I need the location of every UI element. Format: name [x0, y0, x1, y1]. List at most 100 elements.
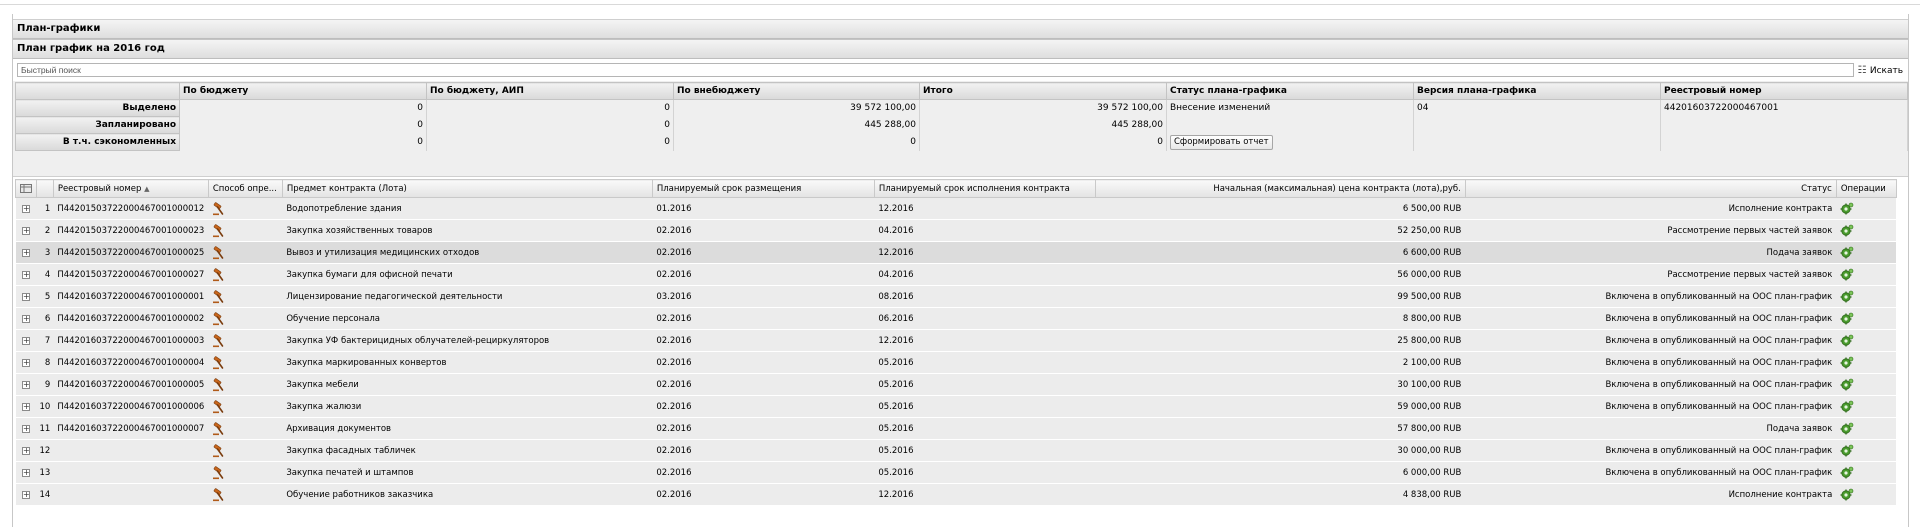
grid-header-status[interactable]: Статус — [1464, 179, 1837, 198]
operations-gear-icon[interactable] — [1840, 444, 1854, 458]
grid-settings-header[interactable] — [15, 179, 37, 198]
operations-gear-icon[interactable] — [1840, 268, 1854, 282]
table-row[interactable]: + 4 П44201503722000467001000027 Закупка … — [15, 263, 1897, 286]
gavel-icon[interactable] — [212, 267, 226, 282]
operations-gear-icon[interactable] — [1840, 224, 1854, 238]
summary-row-saved: В т.ч. сэкономленных 0 0 0 0 Сформироват… — [15, 133, 1908, 151]
table-row[interactable]: + 3 П44201503722000467001000025 Вывоз и … — [15, 241, 1897, 264]
expand-row-icon[interactable]: + — [22, 468, 30, 477]
expand-row-icon[interactable]: + — [22, 424, 30, 433]
table-row[interactable]: + 11 П44201603722000467001000007 Архивац… — [15, 417, 1897, 440]
gavel-icon[interactable] — [212, 201, 226, 216]
operations-gear-icon[interactable] — [1840, 246, 1854, 260]
summary-corner-header — [15, 82, 180, 100]
grid-header-method[interactable]: Способ опре... — [207, 179, 283, 198]
status-cell: Включена в опубликованный на ООС план-гр… — [1465, 351, 1837, 374]
summary-row-label: В т.ч. сэкономленных — [15, 133, 180, 151]
quick-search-input[interactable] — [17, 63, 1854, 77]
placement-cell: 02.2016 — [652, 439, 875, 462]
expand-cell: + — [15, 197, 37, 220]
grid-header-price[interactable]: Начальная (максимальная) цена контракта … — [1094, 179, 1466, 198]
expand-row-icon[interactable]: + — [22, 314, 30, 323]
gavel-icon[interactable] — [212, 487, 226, 502]
operations-gear-icon[interactable] — [1840, 422, 1854, 436]
expand-row-icon[interactable]: + — [22, 292, 30, 301]
price-cell: 4 838,00 RUB — [1095, 483, 1466, 506]
table-row[interactable]: + 9 П44201603722000467001000005 Закупка … — [15, 373, 1897, 396]
table-row[interactable]: + 14 Обучение работников заказчика 02.20… — [15, 483, 1897, 506]
expand-row-icon[interactable]: + — [22, 358, 30, 367]
operations-gear-icon[interactable] — [1840, 356, 1854, 370]
generate-report-button[interactable]: Сформировать отчет — [1170, 134, 1273, 150]
row-number: 3 — [36, 241, 54, 264]
expand-row-icon[interactable]: + — [22, 204, 30, 213]
subject-cell: Обучение работников заказчика — [282, 483, 653, 506]
operations-gear-icon[interactable] — [1840, 488, 1854, 502]
gavel-icon[interactable] — [212, 245, 226, 260]
operations-gear-icon[interactable] — [1840, 400, 1854, 414]
summary-budget-aip: 0 — [426, 133, 674, 151]
table-row[interactable]: + 6 П44201603722000467001000002 Обучение… — [15, 307, 1897, 330]
operations-gear-icon[interactable] — [1840, 378, 1854, 392]
expand-row-icon[interactable]: + — [22, 446, 30, 455]
reg-number-cell — [53, 439, 209, 462]
gavel-icon[interactable] — [212, 289, 226, 304]
price-cell: 99 500,00 RUB — [1095, 285, 1466, 308]
execution-cell: 05.2016 — [874, 439, 1096, 462]
search-button[interactable]: ☷ Искать — [1857, 63, 1905, 79]
table-row[interactable]: + 10 П44201603722000467001000006 Закупка… — [15, 395, 1897, 418]
table-row[interactable]: + 13 Закупка печатей и штампов 02.2016 0… — [15, 461, 1897, 484]
price-cell: 30 100,00 RUB — [1095, 373, 1466, 396]
gavel-icon[interactable] — [212, 421, 226, 436]
grid-header-row: Реестровый номер ▲ Способ опре... Предме… — [15, 179, 1897, 198]
grid-body: + 1 П44201503722000467001000012 Водопотр… — [15, 197, 1897, 506]
grid-header-subject[interactable]: Предмет контракта (Лота) — [281, 179, 653, 198]
grid-header-reg-number[interactable]: Реестровый номер ▲ — [52, 179, 209, 198]
table-row[interactable]: + 8 П44201603722000467001000004 Закупка … — [15, 351, 1897, 374]
placement-cell: 02.2016 — [652, 373, 875, 396]
gavel-icon[interactable] — [212, 443, 226, 458]
operations-gear-icon[interactable] — [1840, 334, 1854, 348]
gavel-icon[interactable] — [212, 333, 226, 348]
plan-schedule-panel: План-графики План график на 2016 год ☷ И… — [12, 14, 1909, 527]
summary-plan-status: Внесение изменений — [1166, 99, 1414, 117]
subject-cell: Обучение персонала — [282, 307, 653, 330]
grid-header-placement[interactable]: Планируемый срок размещения — [651, 179, 875, 198]
row-number: 12 — [36, 439, 54, 462]
summary-header-version: Версия плана-графика — [1413, 82, 1661, 100]
table-row[interactable]: + 5 П44201603722000467001000001 Лицензир… — [15, 285, 1897, 308]
reg-number-cell: П44201603722000467001000002 — [53, 307, 209, 330]
expand-row-icon[interactable]: + — [22, 380, 30, 389]
operations-gear-icon[interactable] — [1840, 290, 1854, 304]
expand-row-icon[interactable]: + — [22, 248, 30, 257]
table-row[interactable]: + 7 П44201603722000467001000003 Закупка … — [15, 329, 1897, 352]
operations-cell — [1836, 395, 1897, 418]
placement-cell: 03.2016 — [652, 285, 875, 308]
reg-number-cell: П44201503722000467001000023 — [53, 219, 209, 242]
table-row[interactable]: + 2 П44201503722000467001000023 Закупка … — [15, 219, 1897, 242]
price-cell: 25 800,00 RUB — [1095, 329, 1466, 352]
summary-table: По бюджету По бюджету, АИП По внебюджету… — [15, 82, 1908, 151]
grid-header-execution[interactable]: Планируемый срок исполнения контракта — [873, 179, 1096, 198]
gavel-icon[interactable] — [212, 355, 226, 370]
operations-gear-icon[interactable] — [1840, 202, 1854, 216]
gavel-icon[interactable] — [212, 465, 226, 480]
gavel-icon[interactable] — [212, 223, 226, 238]
purchases-grid: Реестровый номер ▲ Способ опре... Предме… — [15, 179, 1897, 506]
expand-row-icon[interactable]: + — [22, 226, 30, 235]
status-cell: Включена в опубликованный на ООС план-гр… — [1465, 285, 1837, 308]
gavel-icon[interactable] — [212, 399, 226, 414]
placement-cell: 02.2016 — [652, 329, 875, 352]
expand-row-icon[interactable]: + — [22, 336, 30, 345]
gavel-icon[interactable] — [212, 311, 226, 326]
expand-row-icon[interactable]: + — [22, 402, 30, 411]
table-row[interactable]: + 1 П44201503722000467001000012 Водопотр… — [15, 197, 1897, 220]
method-cell — [208, 373, 283, 396]
expand-row-icon[interactable]: + — [22, 490, 30, 499]
operations-gear-icon[interactable] — [1840, 312, 1854, 326]
summary-header-status: Статус плана-графика — [1166, 82, 1414, 100]
expand-row-icon[interactable]: + — [22, 270, 30, 279]
gavel-icon[interactable] — [212, 377, 226, 392]
table-row[interactable]: + 12 Закупка фасадных табличек 02.2016 0… — [15, 439, 1897, 462]
operations-gear-icon[interactable] — [1840, 466, 1854, 480]
